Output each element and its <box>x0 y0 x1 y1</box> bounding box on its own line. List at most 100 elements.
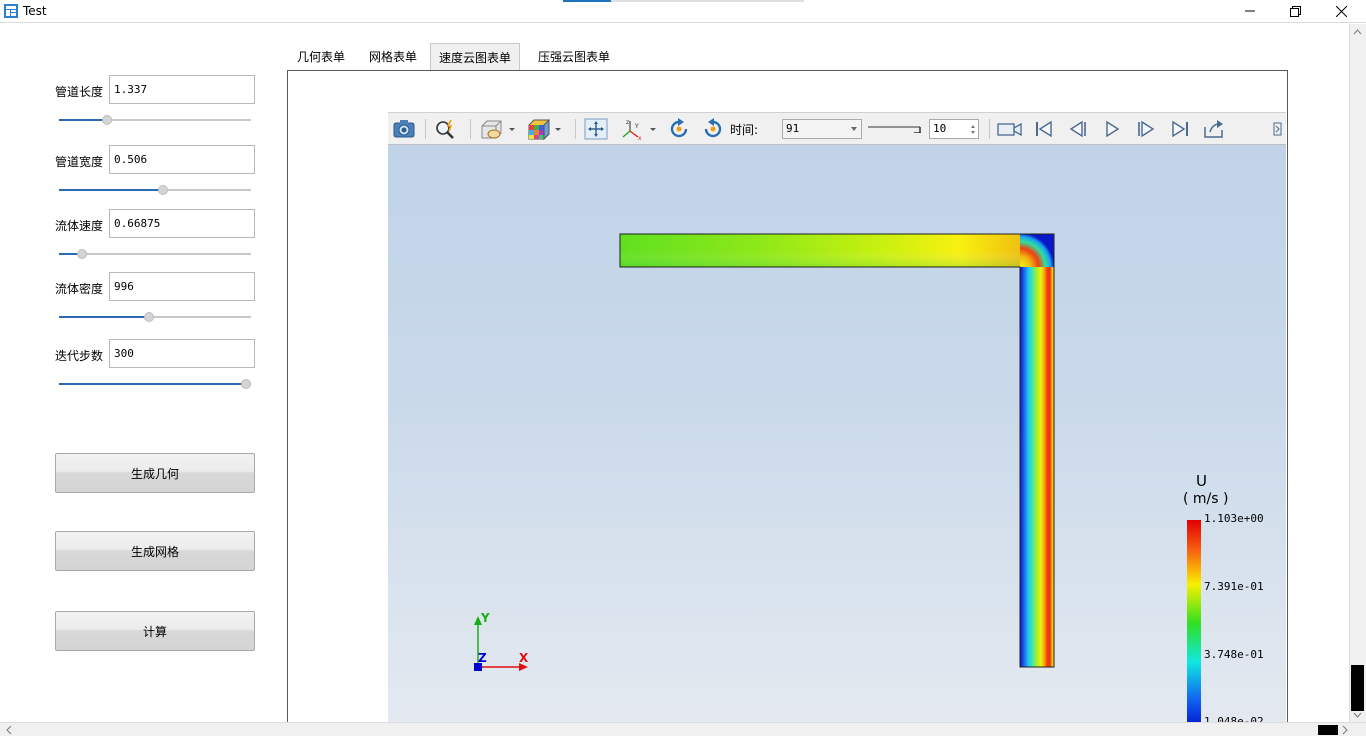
step-spinbox[interactable]: 10 <box>929 119 979 139</box>
color-map-dropdown[interactable] <box>524 116 564 142</box>
compute-button[interactable]: 计算 <box>55 611 255 651</box>
slider-handle[interactable] <box>157 185 168 195</box>
display-mode-dropdown[interactable] <box>478 116 518 142</box>
pipe-elbow <box>1020 234 1054 267</box>
restore-icon <box>1289 5 1301 17</box>
title-accent-bar <box>563 0 611 2</box>
time-step-slider[interactable] <box>868 125 922 133</box>
colorbar-label-3: 3.748e-01 <box>1204 648 1264 661</box>
export-button[interactable] <box>1201 116 1227 142</box>
rotate-ccw-icon <box>670 118 688 138</box>
spin-down-icon[interactable] <box>971 131 975 134</box>
iteration-steps-input[interactable] <box>109 339 255 368</box>
vertical-scroll-thumb[interactable] <box>1351 665 1364 711</box>
minimize-button[interactable] <box>1227 0 1273 22</box>
fit-view-button[interactable] <box>583 116 609 142</box>
time-select-value: 91 <box>786 122 800 135</box>
axis-x-label: X <box>519 651 529 665</box>
generate-geometry-button[interactable]: 生成几何 <box>55 453 255 493</box>
scroll-down-icon[interactable] <box>1350 710 1365 720</box>
fluid-density-slider[interactable] <box>59 312 251 322</box>
fluid-density-input[interactable] <box>109 272 255 301</box>
scroll-left-icon[interactable] <box>4 724 14 736</box>
axis-z-label: Z <box>478 651 487 665</box>
spin-up-icon[interactable] <box>971 125 975 128</box>
title-bar[interactable]: Test <box>0 0 1366 23</box>
slider-handle[interactable] <box>241 379 251 389</box>
pipe-width-input[interactable] <box>109 145 255 174</box>
record-video-button[interactable] <box>996 116 1024 142</box>
minimize-icon <box>1245 10 1255 12</box>
slider-fill <box>59 189 163 191</box>
first-frame-button[interactable] <box>1031 116 1057 142</box>
horizontal-scroll-thumb[interactable] <box>1318 725 1338 735</box>
iteration-steps-slider[interactable] <box>59 379 251 389</box>
time-select[interactable]: 91 <box>782 119 862 139</box>
tab-velocity-contour[interactable]: 速度云图表单 <box>430 43 521 71</box>
rotate-right-button[interactable] <box>700 116 726 142</box>
pipe-outline <box>619 233 1055 668</box>
axes-triad: Y X Z <box>474 611 529 671</box>
fluid-velocity-input[interactable] <box>109 209 255 238</box>
axis-y-label: Y <box>480 611 490 625</box>
scroll-up-icon[interactable] <box>1350 27 1365 37</box>
skip-to-start-icon <box>1036 120 1052 138</box>
tab-pressure-contour[interactable]: 压强云图表单 <box>530 43 618 71</box>
title-accent-bar-secondary <box>611 0 804 2</box>
axes-orientation-icon: z Y x <box>622 119 656 140</box>
toolbar-separator <box>575 119 576 139</box>
window-title: Test <box>23 4 47 18</box>
toolbar-separator <box>470 119 471 139</box>
magnifier-icon <box>436 119 454 139</box>
param-label-fluid-velocity: 流体速度 <box>55 219 104 233</box>
last-frame-button[interactable] <box>1167 116 1193 142</box>
tab-geometry[interactable]: 几何表单 <box>289 43 353 71</box>
fluid-velocity-slider[interactable] <box>59 249 251 259</box>
zoom-button[interactable] <box>433 116 459 142</box>
colorbar-unit: ( m/s ) <box>1183 491 1228 507</box>
close-icon <box>1335 5 1347 17</box>
vertical-scrollbar[interactable] <box>1349 24 1366 722</box>
color-cube-icon <box>528 118 561 140</box>
velocity-colorbar: U ( m/s ) 1.103e+00 7.391e-01 3.748e-01 … <box>1183 472 1264 725</box>
slider-handle[interactable] <box>102 115 112 125</box>
param-label-iteration-steps: 迭代步数 <box>55 349 104 363</box>
step-spinbox-value: 10 <box>933 122 947 135</box>
screenshot-button[interactable] <box>391 116 417 142</box>
viewer-toolbar: z Y x 时间: 91 10 <box>388 112 1286 145</box>
play-icon <box>1106 120 1120 138</box>
velocity-contour-viewport[interactable]: Y X Z U ( m/s ) 1.103e+00 7.391e-01 3.74… <box>388 145 1286 725</box>
previous-frame-button[interactable] <box>1065 116 1091 142</box>
slider-fill <box>59 119 107 121</box>
horizontal-scrollbar[interactable] <box>0 722 1366 736</box>
step-back-icon <box>1069 120 1086 138</box>
fit-view-icon <box>584 118 608 140</box>
pipe-width-slider[interactable] <box>59 185 251 195</box>
generate-mesh-button[interactable]: 生成网格 <box>55 531 255 571</box>
slider-fill <box>59 383 246 385</box>
svg-text:Y: Y <box>634 123 639 130</box>
close-button[interactable] <box>1318 0 1364 22</box>
toolbar-overflow-button[interactable] <box>1272 116 1284 142</box>
time-label: 时间: <box>730 123 759 137</box>
next-frame-button[interactable] <box>1133 116 1159 142</box>
tab-mesh[interactable]: 网格表单 <box>361 43 425 71</box>
chevron-down-icon <box>851 127 857 131</box>
slider-handle[interactable] <box>77 249 88 259</box>
pipe-length-slider[interactable] <box>59 115 251 125</box>
scroll-right-icon[interactable] <box>1340 724 1350 736</box>
horizontal-pipe <box>620 234 1020 267</box>
toolbar-separator <box>989 119 990 139</box>
view-axes-dropdown[interactable]: z Y x <box>619 116 659 142</box>
colorbar-label-max: 1.103e+00 <box>1204 512 1264 525</box>
restore-button[interactable] <box>1272 0 1318 22</box>
video-camera-icon <box>997 122 1022 137</box>
slider-track <box>59 253 251 255</box>
rotate-left-button[interactable] <box>666 116 692 142</box>
pipe-length-input[interactable] <box>109 75 255 104</box>
colorbar-title: U <box>1196 472 1207 490</box>
colorbar-label-2: 7.391e-01 <box>1204 580 1264 593</box>
slider-handle[interactable] <box>144 312 155 322</box>
play-button[interactable] <box>1099 116 1125 142</box>
app-window: Test 管道长度 管道宽度 <box>0 0 1366 736</box>
